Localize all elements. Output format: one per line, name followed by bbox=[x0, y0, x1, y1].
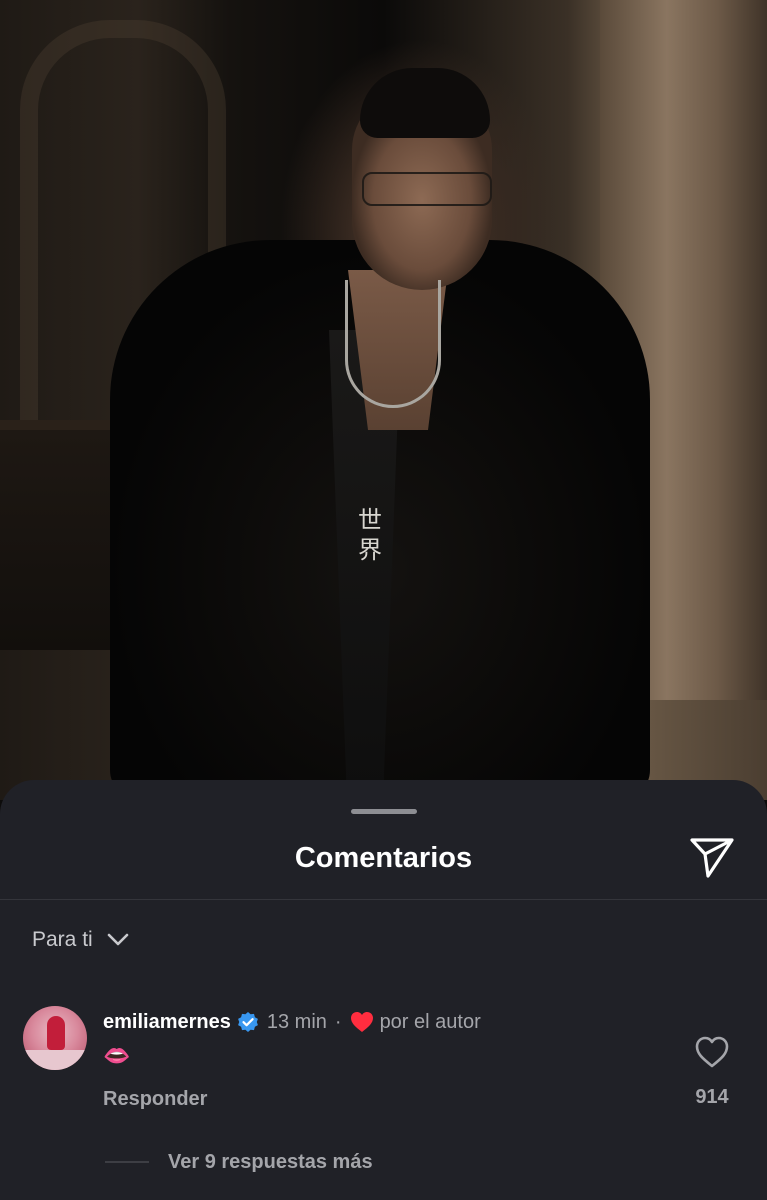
share-button[interactable] bbox=[688, 834, 736, 880]
post-photo: 世界 bbox=[0, 0, 767, 800]
liked-by-author-label: por el autor bbox=[379, 1010, 481, 1033]
comment-meta: emiliamernes 13 min · por el autor bbox=[103, 1007, 481, 1037]
glasses bbox=[362, 172, 492, 206]
like-count: 914 bbox=[695, 1086, 729, 1108]
comments-sheet: Comentarios Para ti emiliamernes 13 min … bbox=[0, 780, 767, 1200]
verified-badge-icon bbox=[237, 1012, 258, 1032]
sort-filter[interactable]: Para ti bbox=[32, 925, 129, 955]
sheet-title: Comentarios bbox=[294, 842, 473, 874]
comment-username[interactable]: emiliamernes bbox=[103, 1011, 231, 1034]
view-more-replies[interactable]: Ver 9 respuestas más bbox=[105, 1149, 373, 1175]
heart-outline-icon bbox=[695, 1036, 729, 1068]
view-replies-label: Ver 9 respuestas más bbox=[168, 1150, 373, 1173]
comment-text: 👄 bbox=[103, 1043, 131, 1068]
reply-button[interactable]: Responder bbox=[103, 1088, 207, 1111]
chevron-down-icon bbox=[107, 933, 129, 946]
like-button[interactable] bbox=[694, 1035, 730, 1069]
filter-label: Para ti bbox=[32, 928, 93, 951]
comment-time: 13 min bbox=[266, 1010, 327, 1033]
red-heart-icon bbox=[350, 1012, 373, 1032]
replies-line bbox=[105, 1161, 149, 1163]
paper-plane-icon bbox=[690, 838, 734, 878]
header-divider bbox=[0, 899, 767, 900]
meta-separator: · bbox=[334, 1010, 342, 1033]
drag-handle[interactable] bbox=[351, 809, 417, 814]
shirt-print: 世界 bbox=[358, 506, 382, 564]
silver-chain bbox=[345, 280, 441, 408]
hair bbox=[360, 68, 490, 138]
avatar[interactable] bbox=[23, 1006, 87, 1070]
